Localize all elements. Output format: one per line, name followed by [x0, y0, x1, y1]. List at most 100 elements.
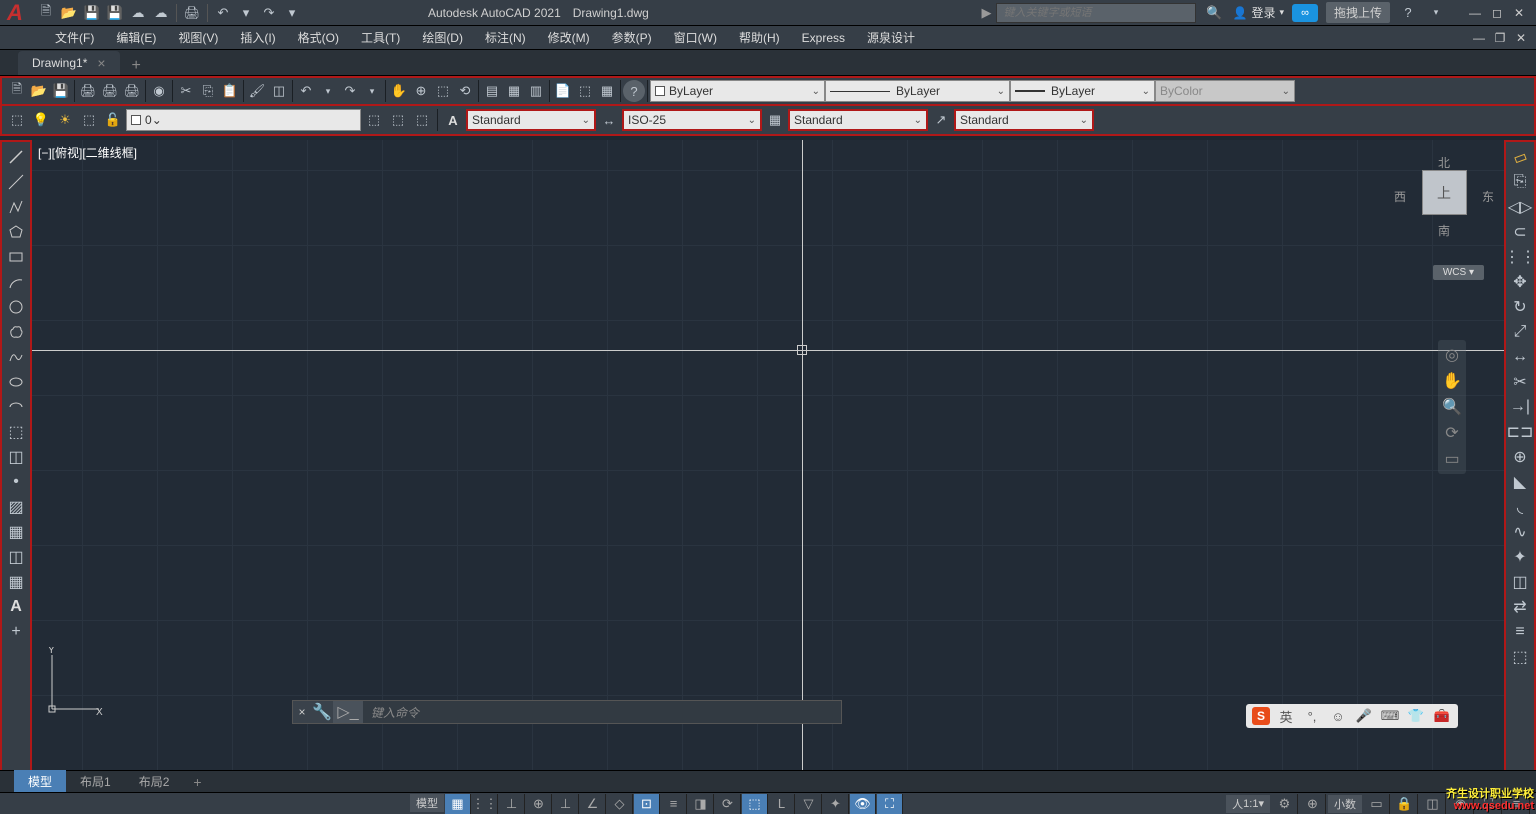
sb-ws-icon[interactable]: ⚙ [1272, 794, 1298, 814]
qat-saveas-icon[interactable]: 💾 [105, 3, 125, 23]
qat-undo-chev-icon[interactable]: ▾ [236, 3, 256, 23]
break-tool-icon[interactable]: ⊏⊐ [1509, 421, 1531, 443]
layer-on-icon[interactable]: 💡 [30, 109, 52, 131]
move-tool-icon[interactable]: ✥ [1509, 271, 1531, 293]
maximize-button[interactable]: ◻ [1488, 6, 1506, 20]
erase-tool-icon[interactable] [1509, 146, 1531, 168]
sb-annmon-icon[interactable]: ⊕ [1300, 794, 1326, 814]
layer-dropdown[interactable]: 0⌄ [126, 109, 361, 131]
textstyle-icon[interactable]: A [442, 109, 464, 131]
tb-markup-icon[interactable]: ⬚ [574, 80, 596, 102]
nav-pan-icon[interactable]: ✋ [1441, 370, 1463, 392]
tb-open-icon[interactable]: 📂 [28, 80, 50, 102]
sb-infer-icon[interactable]: ⊥ [499, 794, 525, 814]
pline-tool-icon[interactable] [5, 196, 27, 218]
tb-dcenter-icon[interactable]: ▦ [503, 80, 525, 102]
line-tool-icon[interactable] [5, 146, 27, 168]
menu-express[interactable]: Express [792, 28, 855, 48]
layer-props-icon[interactable]: ⬚ [6, 109, 28, 131]
revcloud-tool-icon[interactable] [5, 321, 27, 343]
sb-polar-icon[interactable]: ∠ [580, 794, 606, 814]
menu-format[interactable]: 格式(O) [288, 26, 349, 49]
cmd-customize-icon[interactable]: 🔧 [311, 702, 333, 722]
join-tool-icon[interactable]: ⊕ [1509, 446, 1531, 468]
menu-edit[interactable]: 编辑(E) [106, 26, 166, 49]
qat-new-icon[interactable]: 🗎 [36, 3, 56, 23]
help-chev-icon[interactable]: ▾ [1426, 3, 1446, 23]
ime-skin-icon[interactable]: 👕 [1406, 706, 1426, 726]
rectangle-tool-icon[interactable] [5, 246, 27, 268]
doc-tab[interactable]: Drawing1* × [18, 51, 120, 75]
menu-yuanquan[interactable]: 源泉设计 [857, 26, 925, 49]
qat-open-icon[interactable]: 📂 [59, 3, 79, 23]
ime-emoji-icon[interactable]: ☺ [1328, 706, 1348, 726]
tb-3dprint-icon[interactable]: ◉ [148, 80, 170, 102]
command-line[interactable]: × 🔧 ▷_ 键入命令 [292, 700, 842, 724]
nav-wheel-icon[interactable]: ◎ [1441, 344, 1463, 366]
qat-opencloud-icon[interactable]: ☁ [128, 3, 148, 23]
layer-prev-icon[interactable]: ⬚ [387, 109, 409, 131]
qat-redo-icon[interactable]: ↷ [259, 3, 279, 23]
region-tool-icon[interactable]: ◫ [5, 546, 27, 568]
qat-undo-icon[interactable]: ↶ [213, 3, 233, 23]
offset-tool-icon[interactable]: ⊂ [1509, 221, 1531, 243]
search-input[interactable] [996, 3, 1196, 23]
minimize-button[interactable]: — [1466, 6, 1484, 20]
menu-draw[interactable]: 绘图(D) [412, 26, 473, 49]
tb-zoomrt-icon[interactable]: ⊕ [410, 80, 432, 102]
blend-tool-icon[interactable]: ∿ [1509, 521, 1531, 543]
menu-view[interactable]: 视图(V) [168, 26, 228, 49]
tb-new-icon[interactable]: 🗎 [6, 80, 28, 102]
menu-insert[interactable]: 插入(I) [230, 26, 285, 49]
tb-redo2-icon[interactable]: ↷ [339, 80, 361, 102]
tb-ssm-icon[interactable]: 📄 [552, 80, 574, 102]
layer-state-icon[interactable]: ⬚ [363, 109, 385, 131]
sb-ortho-icon[interactable]: ⊥ [553, 794, 579, 814]
model-tab[interactable]: 模型 [14, 770, 66, 793]
lineweight-dropdown[interactable]: ByLayer⌄ [1010, 80, 1155, 102]
sb-grid-icon[interactable]: ▦ [445, 794, 471, 814]
tb-match-icon[interactable]: 🖌 [246, 80, 268, 102]
mleaderstyle-dropdown[interactable]: Standard⌄ [954, 109, 1094, 131]
copy-tool-icon[interactable]: ⎘ [1509, 171, 1531, 193]
circle-tool-icon[interactable] [5, 296, 27, 318]
menu-modify[interactable]: 修改(M) [538, 26, 600, 49]
wcs-badge[interactable]: WCS ▾ [1433, 265, 1484, 280]
doc-minimize-button[interactable]: — [1470, 31, 1488, 45]
ucs-icon[interactable]: YX [44, 647, 104, 722]
ime-toolbar[interactable]: S 英 °, ☺ 🎤 ⌨ 👕 🧰 [1246, 704, 1458, 728]
layer-vpfreeze-icon[interactable]: ⬚ [78, 109, 100, 131]
tb-pan-icon[interactable]: ✋ [388, 80, 410, 102]
sb-model[interactable]: 模型 [410, 794, 444, 812]
qat-redo-chev-icon[interactable]: ▾ [282, 3, 302, 23]
menu-help[interactable]: 帮助(H) [729, 26, 790, 49]
pedit-tool-icon[interactable]: ◫ [1509, 571, 1531, 593]
insert-tool-icon[interactable]: ⬚ [5, 421, 27, 443]
layout-add-button[interactable]: + [183, 774, 211, 790]
mleaderstyle-icon[interactable]: ↗ [930, 109, 952, 131]
help-icon[interactable]: ? [1398, 3, 1418, 23]
tb-help2-icon[interactable]: ? [623, 80, 645, 102]
menu-dimension[interactable]: 标注(N) [475, 26, 536, 49]
xline-tool-icon[interactable] [5, 171, 27, 193]
viewcube[interactable]: 北 东 南 西 上 WCS ▾ [1394, 150, 1494, 280]
sb-dyn-icon[interactable]: ⊕ [526, 794, 552, 814]
dimstyle-icon[interactable]: ↔ [598, 109, 620, 131]
doc-tab-add-button[interactable]: + [124, 57, 149, 75]
tb-redo2-chev[interactable]: ▾ [361, 80, 383, 102]
block-tool-icon[interactable]: ◫ [5, 446, 27, 468]
cmd-close-icon[interactable]: × [293, 705, 311, 719]
extend-tool-icon[interactable]: →| [1509, 396, 1531, 418]
textstyle-dropdown[interactable]: Standard⌄ [466, 109, 596, 131]
upload-button[interactable]: 拖拽上传 [1326, 2, 1390, 23]
addselected-tool-icon[interactable]: + [5, 621, 27, 643]
mtext-tool-icon[interactable]: A [5, 596, 27, 618]
tb-zoomprev-icon[interactable]: ⟲ [454, 80, 476, 102]
tb-zoomwin-icon[interactable]: ⬚ [432, 80, 454, 102]
sb-3dosnap-icon[interactable]: ⬚ [742, 794, 768, 814]
tb-blockedit-icon[interactable]: ◫ [268, 80, 290, 102]
explode-tool-icon[interactable]: ✦ [1509, 546, 1531, 568]
sb-snap-icon[interactable]: ⋮⋮ [472, 794, 498, 814]
tb-preview-icon[interactable]: 🖨 [99, 80, 121, 102]
tb-plot-icon[interactable]: 🖨 [77, 80, 99, 102]
